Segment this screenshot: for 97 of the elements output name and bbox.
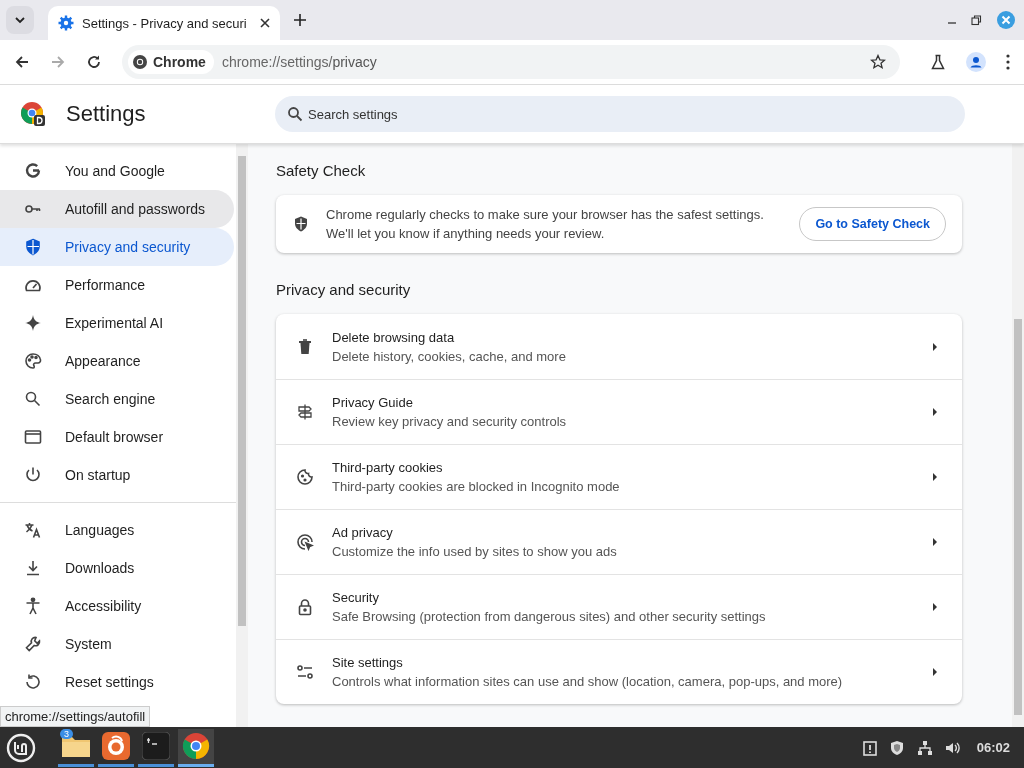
- caret-icon: [932, 667, 938, 677]
- google-icon: [24, 162, 42, 180]
- search-icon: [24, 390, 42, 408]
- description-text: We'll let you know if anything needs your review.: [326, 226, 606, 241]
- sidebar-item[interactable]: Default browser: [0, 418, 234, 456]
- reset-icon: [24, 673, 42, 691]
- search-icon: [287, 106, 303, 122]
- flask-icon[interactable]: [930, 54, 946, 70]
- row-subtitle: Delete history, cookies, cache, and more: [332, 348, 567, 364]
- row-title: Third-party cookies: [332, 460, 444, 475]
- sidebar-item[interactable]: Performance: [0, 266, 234, 304]
- site-chip[interactable]: Chrome: [128, 50, 214, 74]
- row-subtitle: Safe Browsing (protection from dangerous sites) and other security settings: [332, 609, 767, 624]
- sidebar-item[interactable]: Search engine: [0, 380, 234, 418]
- caret-icon: [932, 341, 938, 352]
- cookie-icon: [296, 468, 314, 486]
- tab-search-button[interactable]: [6, 6, 34, 34]
- close-icon[interactable]: [260, 18, 270, 28]
- signpost-icon: [296, 403, 314, 421]
- section-heading: Safety Check: [276, 162, 367, 179]
- sidebar-item[interactable]: Accessibility: [0, 587, 234, 625]
- sidebar-item[interactable]: Autofill and passwords: [0, 190, 234, 228]
- shield-icon: [292, 215, 310, 233]
- person-icon: [24, 597, 42, 615]
- taskbar-app[interactable]: [178, 728, 214, 767]
- scrollbar[interactable]: [236, 144, 248, 727]
- terminal-icon: [142, 732, 170, 760]
- reload-icon[interactable]: [86, 54, 102, 70]
- scrollbar[interactable]: [1012, 144, 1024, 727]
- sidebar-item[interactable]: Appearance: [0, 342, 234, 380]
- row-title: Security: [332, 590, 380, 605]
- clipboard-icon[interactable]: [862, 739, 877, 756]
- sidebar-item[interactable]: Privacy and security: [0, 228, 234, 266]
- download-icon: [24, 559, 42, 577]
- search-field[interactable]: Search settings: [275, 96, 965, 132]
- sidebar-item[interactable]: On startup: [0, 456, 234, 494]
- palette-icon: [24, 352, 42, 370]
- new-tab-icon[interactable]: [294, 14, 306, 26]
- settings-row[interactable]: Ad privacy Customize the info used by sites to show you ads: [276, 509, 962, 574]
- caret-icon: [932, 472, 938, 482]
- window-icon: [24, 428, 42, 446]
- row-title: Privacy Guide: [332, 395, 414, 410]
- row-title: Delete browsing data: [332, 329, 456, 345]
- chrome-logo-icon: [20, 101, 46, 127]
- notification-badge: 3: [60, 728, 73, 739]
- shield-icon: [24, 238, 42, 256]
- clock[interactable]: 06:02: [976, 740, 1010, 755]
- wrench-icon: [24, 635, 42, 653]
- description-text: Chrome regularly checks to make sure your browser has the safest settings.: [326, 207, 765, 222]
- caret-icon: [932, 602, 938, 612]
- section-heading: Privacy and security: [276, 281, 412, 298]
- sidebar-item[interactable]: Reset settings: [0, 663, 234, 701]
- fox-icon: [102, 732, 130, 760]
- target-icon: [296, 533, 314, 551]
- lock-icon: [296, 598, 314, 616]
- row-subtitle: Customize the info used by sites to show you ads: [332, 544, 618, 559]
- star-icon[interactable]: [870, 54, 886, 70]
- settings-title: Settings: [66, 101, 147, 127]
- power-icon: [24, 466, 42, 484]
- row-subtitle: Third-party cookies are blocked in Incognito mode: [332, 479, 621, 494]
- sidebar-item[interactable]: System: [0, 625, 234, 663]
- sidebar-item[interactable]: Downloads: [0, 549, 234, 587]
- status-tooltip: chrome://settings/autofill: [0, 706, 151, 727]
- sidebar-item[interactable]: You and Google: [0, 152, 234, 190]
- row-subtitle: Controls what information sites can use and show (location, camera, pop-ups, and more): [332, 674, 844, 689]
- caret-icon: [14, 14, 26, 26]
- network-icon[interactable]: [916, 739, 933, 756]
- settings-row[interactable]: Site settings Controls what information sites can use and show (location, camera, pop-ups, and more): [276, 639, 962, 704]
- menu-icon[interactable]: [1006, 54, 1010, 70]
- chrome-logo-icon: [132, 54, 148, 70]
- restore-icon[interactable]: [971, 14, 982, 26]
- mint-logo-icon[interactable]: [6, 732, 36, 763]
- sparkle-icon: [24, 314, 42, 332]
- tab-title: Settings - Privacy and securi: [82, 15, 248, 31]
- row-title: Site settings: [332, 655, 404, 670]
- profile-icon[interactable]: [966, 52, 986, 72]
- shield-icon[interactable]: [888, 739, 905, 756]
- sidebar-item[interactable]: Experimental AI: [0, 304, 234, 342]
- sidebar-item[interactable]: Languages: [0, 511, 234, 549]
- settings-row[interactable]: Delete browsing data Delete history, cookies, cache, and more: [276, 314, 962, 379]
- sliders-icon: [296, 663, 314, 681]
- gear-icon: [58, 15, 74, 31]
- row-subtitle: Review key privacy and security controls: [332, 414, 568, 429]
- safety-check-button[interactable]: Go to Safety Check: [799, 207, 946, 241]
- chrome-logo-icon: [182, 732, 210, 760]
- trash-icon: [296, 337, 314, 356]
- caret-icon: [932, 407, 938, 417]
- back-icon[interactable]: [14, 54, 30, 70]
- caret-icon: [932, 537, 938, 547]
- settings-row[interactable]: Privacy Guide Review key privacy and security controls: [276, 379, 962, 444]
- settings-row[interactable]: Security Safe Browsing (protection from dangerous sites) and other security settings: [276, 574, 962, 639]
- row-title: Ad privacy: [332, 525, 394, 540]
- address-bar[interactable]: Chrome chrome://settings/privacy: [122, 45, 900, 79]
- settings-row[interactable]: Third-party cookies Third-party cookies are blocked in Incognito mode: [276, 444, 962, 509]
- browser-tab[interactable]: Settings - Privacy and securi: [48, 6, 280, 40]
- translate-icon: [24, 521, 42, 539]
- url-text: chrome://settings/privacy: [221, 54, 377, 70]
